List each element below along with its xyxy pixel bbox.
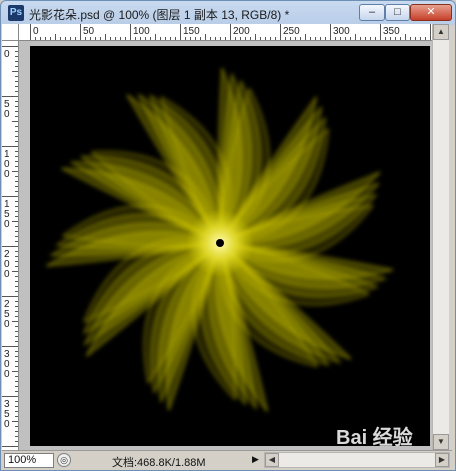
scroll-up-arrow-icon[interactable]: ▲: [433, 24, 449, 40]
ruler-label: 0: [4, 319, 10, 330]
zoom-field[interactable]: 100%: [4, 453, 54, 468]
canvas-area: [19, 41, 432, 450]
horizontal-ruler[interactable]: 050100150200250300350400: [19, 24, 432, 41]
ruler-label: 300: [333, 26, 350, 37]
ruler-label: 150: [183, 26, 200, 37]
watermark-text: Bai 经验: [336, 427, 413, 449]
vertical-scrollbar[interactable]: ▲ ▼: [432, 24, 449, 450]
scroll-down-arrow-icon[interactable]: ▼: [433, 434, 449, 450]
ruler-origin[interactable]: [2, 24, 19, 41]
horizontal-scrollbar[interactable]: ◀ ▶: [264, 452, 450, 468]
window-title: 光影花朵.psd @ 100% (图层 1 副本 13, RGB/8) *: [29, 8, 290, 22]
baidu-watermark: Bai 经验: [336, 421, 413, 450]
ruler-label: 0: [4, 169, 10, 180]
ruler-label: 0: [4, 419, 10, 430]
ruler-label: 0: [33, 26, 39, 37]
status-menu-icon[interactable]: ◎: [57, 453, 71, 467]
document-canvas[interactable]: [30, 46, 430, 446]
status-menu-arrow-icon[interactable]: ▶: [252, 454, 259, 465]
ruler-label: 100: [133, 26, 150, 37]
ruler-label: 0: [4, 49, 10, 60]
ruler-label: 50: [83, 26, 95, 37]
document-size-info: 文档:468.8K/1.88M: [112, 457, 206, 469]
horizontal-ruler-ticks: 050100150200250300350400: [30, 24, 431, 40]
maximize-button[interactable]: □: [385, 4, 410, 21]
photoshop-icon: Ps: [8, 5, 24, 21]
status-bar: 100% ◎ 文档:468.8K/1.88M ▶ ◀ ▶: [2, 450, 452, 469]
ruler-label: 0: [4, 369, 10, 380]
ruler-label: 0: [4, 219, 10, 230]
minimize-button[interactable]: –: [359, 4, 385, 21]
ruler-label: 0: [4, 109, 10, 120]
light-flower-artwork: [46, 67, 394, 412]
scroll-right-arrow-icon[interactable]: ▶: [435, 453, 449, 467]
ruler-label: 350: [383, 26, 400, 37]
scroll-left-arrow-icon[interactable]: ◀: [265, 453, 279, 467]
ruler-label: 0: [4, 269, 10, 280]
ruler-label: 250: [283, 26, 300, 37]
ruler-label: 200: [233, 26, 250, 37]
vertical-ruler[interactable]: 050100150200250300350400: [2, 41, 19, 450]
close-button[interactable]: ✕: [410, 4, 452, 21]
flower-center-dot: [216, 239, 224, 247]
title-bar[interactable]: Ps 光影花朵.psd @ 100% (图层 1 副本 13, RGB/8) *…: [1, 1, 455, 25]
vertical-ruler-ticks: 050100150200250300350400: [2, 46, 18, 450]
